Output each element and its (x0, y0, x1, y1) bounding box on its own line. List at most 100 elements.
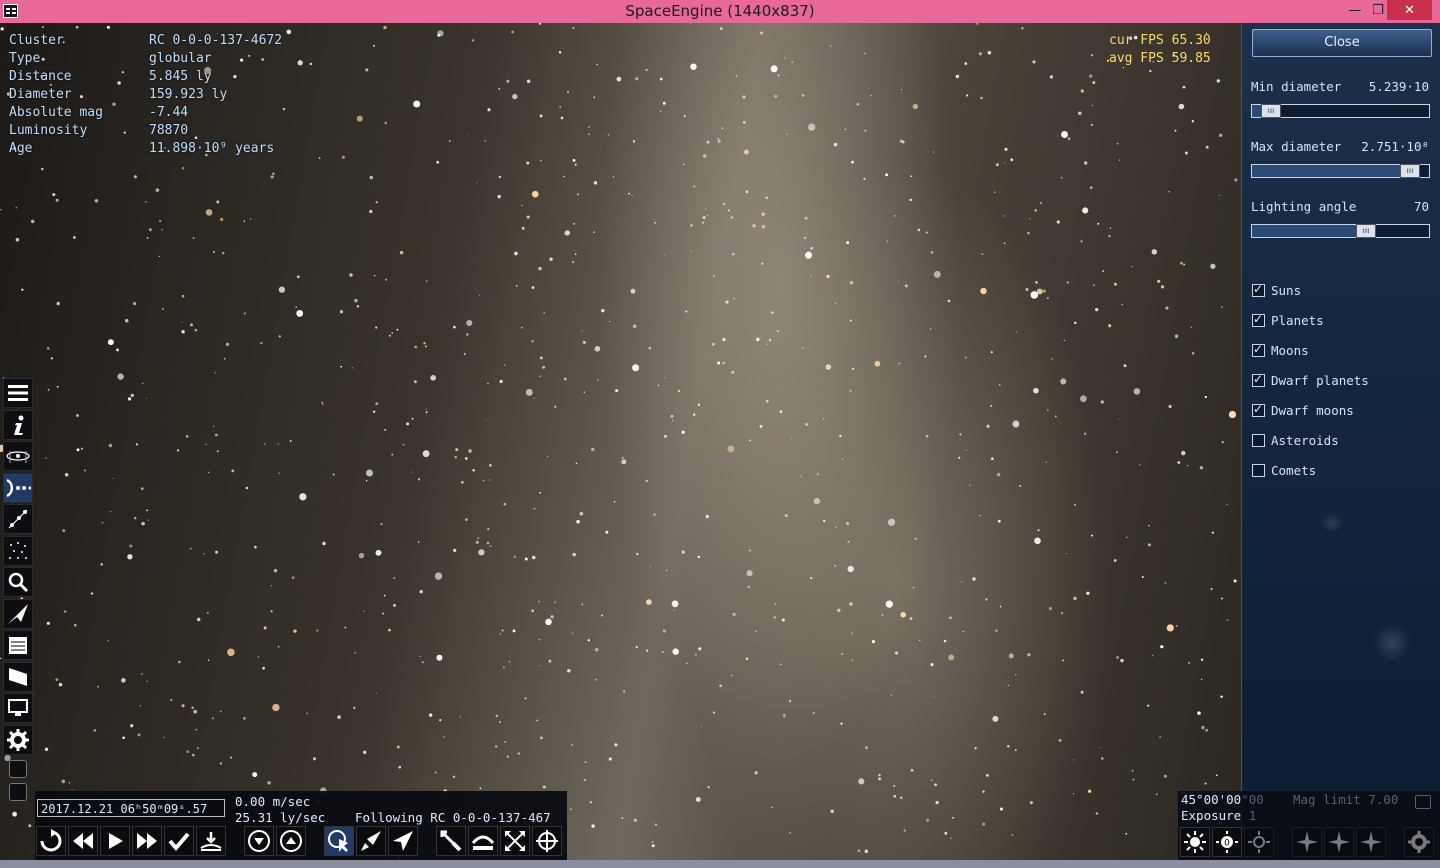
search-button[interactable] (3, 567, 33, 597)
star (645, 479, 649, 483)
star (262, 667, 265, 670)
play-button[interactable] (100, 826, 130, 856)
min-diameter-slider[interactable]: ııı (1251, 104, 1430, 118)
mag-down-button[interactable] (1292, 827, 1322, 857)
checkbox-box[interactable] (1252, 372, 1265, 387)
galaxy-button[interactable] (3, 441, 33, 471)
down-button[interactable] (244, 826, 274, 856)
exposure-down-button[interactable] (1180, 827, 1210, 857)
flag-button[interactable] (3, 661, 33, 692)
fov-value-dim: "00 (1241, 792, 1264, 807)
minimize-button[interactable]: — (1343, 0, 1367, 21)
star-map-button[interactable] (3, 535, 33, 566)
star (497, 194, 501, 199)
zoom-fit-button[interactable] (500, 826, 530, 856)
checkbox-box[interactable] (1252, 282, 1265, 297)
star (730, 216, 733, 219)
select-button[interactable] (324, 826, 354, 856)
star (615, 389, 619, 393)
checkbox-box[interactable] (1252, 342, 1265, 357)
camera-settings-button[interactable] (1404, 827, 1434, 857)
toggle-small-button-1[interactable] (9, 759, 27, 778)
checkbox-planets[interactable]: Planets (1252, 312, 1324, 328)
goto-button[interactable] (436, 826, 466, 856)
exposure-up-button[interactable] (1244, 827, 1274, 857)
checkbox-comets[interactable]: Comets (1252, 462, 1316, 478)
checkbox-box[interactable] (1252, 312, 1265, 327)
plane-button[interactable] (388, 826, 418, 856)
star (583, 778, 586, 782)
star (1116, 656, 1119, 659)
land-button[interactable] (196, 826, 226, 856)
slider-knob[interactable]: ııı (1400, 164, 1420, 178)
checkbox-suns[interactable]: Suns (1252, 282, 1301, 298)
star (651, 841, 654, 843)
center-button[interactable] (532, 826, 562, 856)
star (992, 715, 999, 722)
star (616, 76, 622, 82)
checkbox-moons[interactable]: Moons (1252, 342, 1309, 358)
tracks-button[interactable] (3, 504, 33, 534)
toggle-small-button-2[interactable] (9, 782, 27, 801)
sync-time-button[interactable] (36, 826, 66, 856)
star (583, 391, 585, 393)
settings-button[interactable] (3, 724, 33, 755)
star (1099, 746, 1101, 749)
star (1074, 504, 1076, 506)
star (1027, 231, 1030, 235)
star (1204, 782, 1207, 785)
star (526, 161, 530, 165)
lighting-angle-slider[interactable]: ııı (1251, 224, 1430, 238)
exposure-reset-button[interactable]: 0 (1212, 827, 1242, 857)
star (723, 203, 726, 206)
panel-close-button[interactable]: Close (1252, 29, 1432, 57)
mag-up-button[interactable] (1356, 827, 1386, 857)
star (659, 77, 663, 81)
display-button[interactable] (3, 693, 33, 723)
star (531, 609, 534, 613)
star (614, 743, 618, 747)
star (645, 68, 648, 72)
star (254, 545, 257, 549)
star (707, 786, 710, 789)
star (719, 27, 723, 30)
space-viewport[interactable]: Cluster RC 0-0-0-137-4672 Type globular Dist… (0, 23, 1241, 860)
menu-button[interactable] (3, 378, 33, 408)
info-row: Type globular (9, 50, 282, 68)
checkbox-asteroids[interactable]: Asteroids (1252, 432, 1339, 448)
star (1226, 619, 1229, 622)
info-button[interactable] (3, 409, 33, 440)
navigation-button[interactable] (3, 472, 33, 503)
checkbox-box[interactable] (1252, 402, 1265, 417)
restore-button[interactable]: ❐ (1367, 0, 1389, 21)
star (205, 209, 213, 216)
fast-forward-button[interactable] (132, 826, 162, 856)
checkbox-box[interactable] (1252, 433, 1265, 447)
rewind-button[interactable] (68, 826, 98, 856)
star (1080, 395, 1087, 403)
realtime-button[interactable] (164, 826, 194, 856)
camera-small-toggle[interactable] (1415, 795, 1431, 809)
star (717, 361, 721, 365)
star (486, 419, 488, 421)
follow-button[interactable] (468, 826, 498, 856)
mag-reset-button[interactable] (1324, 827, 1354, 857)
journal-button[interactable] (3, 630, 33, 660)
checkbox-box[interactable] (1252, 463, 1265, 477)
star (489, 545, 492, 548)
info-value: 159.923 ly (149, 87, 228, 102)
up-button[interactable] (276, 826, 306, 856)
checkbox-dwarf-moons[interactable]: Dwarf moons (1252, 402, 1354, 418)
max-diameter-slider[interactable]: ııı (1251, 164, 1430, 178)
ship-button[interactable] (3, 598, 33, 629)
checkbox-dwarf-planets[interactable]: Dwarf planets (1252, 372, 1369, 388)
star (521, 204, 523, 207)
slider-knob[interactable]: ııı (1261, 104, 1281, 118)
date-time-field[interactable]: 2017.12.21 06ʰ50ᵐ09ˢ.57 (37, 799, 225, 817)
star (673, 609, 675, 611)
close-window-button[interactable]: ✕ (1387, 0, 1432, 20)
slider-knob[interactable]: ııı (1356, 224, 1376, 238)
free-flight-button[interactable] (356, 826, 386, 856)
star (278, 286, 286, 293)
star (413, 100, 421, 108)
